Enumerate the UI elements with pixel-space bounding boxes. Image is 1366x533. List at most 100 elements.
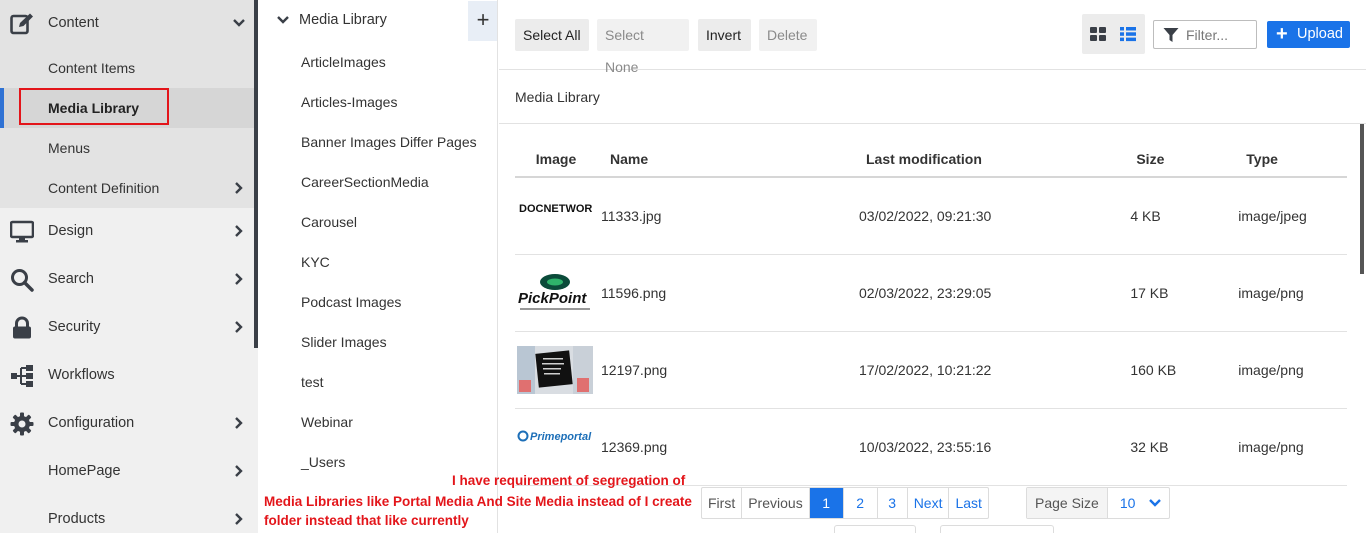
- list-view-icon[interactable]: [1120, 26, 1136, 42]
- tree-folder[interactable]: Banner Images Differ Pages: [301, 122, 477, 162]
- edit-icon: [10, 13, 33, 35]
- thumbnail-cell: [515, 331, 597, 409]
- breadcrumb: Media Library: [499, 70, 1366, 124]
- file-modified: 17/02/2022, 10:21:22: [737, 331, 992, 409]
- thumbnail-caption: DOCNETWORK: [519, 203, 593, 215]
- tree-folder[interactable]: CareerSectionMedia: [301, 162, 429, 202]
- menu-security[interactable]: Security: [0, 304, 254, 352]
- invert-button[interactable]: Invert: [698, 19, 751, 51]
- column-header-type[interactable]: Type: [1176, 141, 1347, 178]
- table-row[interactable]: DOCNETWORK 11333.jpg 03/02/2022, 09:21:3…: [515, 177, 1347, 255]
- column-header-size[interactable]: Size: [991, 141, 1177, 178]
- plus-icon: +: [1276, 23, 1288, 45]
- menu-menus[interactable]: Menus: [0, 128, 254, 168]
- file-size: 32 KB: [991, 408, 1177, 486]
- media-folder-tree: Media Library + ArticleImages Articles-I…: [260, 0, 498, 533]
- table-row[interactable]: 12197.png 17/02/2022, 10:21:22 160 KB im…: [515, 331, 1347, 409]
- pager-previous[interactable]: Previous: [742, 488, 810, 518]
- menu-scrollbar[interactable]: [254, 0, 258, 348]
- pager-last[interactable]: Last: [949, 488, 987, 518]
- below-fold-control: [834, 525, 916, 533]
- pager-page-2[interactable]: 2: [844, 488, 878, 518]
- thumbnail-caption: PickPoint: [518, 290, 587, 307]
- menu-content[interactable]: Content: [0, 0, 254, 48]
- table-row[interactable]: PickPoint 11596.png 02/03/2022, 23:29:05…: [515, 254, 1347, 332]
- pager-page-1[interactable]: 1: [809, 488, 844, 518]
- page-size-value: 10: [1119, 495, 1136, 511]
- tree-folder[interactable]: test: [301, 362, 324, 402]
- tree-folder[interactable]: Slider Images: [301, 322, 387, 362]
- file-name[interactable]: 12197.png: [597, 331, 737, 409]
- menu-workflows[interactable]: Workflows: [0, 352, 254, 400]
- tree-folder[interactable]: Articles-Images: [301, 82, 397, 122]
- menu-content-items[interactable]: Content Items: [0, 48, 254, 88]
- tree-folder[interactable]: Carousel: [301, 202, 357, 242]
- upload-button[interactable]: + Upload: [1267, 21, 1350, 48]
- file-size: 17 KB: [991, 254, 1177, 332]
- menu-content-definition-label: Content Definition: [48, 180, 160, 196]
- media-main-pane: Select All Select None Invert Delete + U…: [499, 0, 1366, 533]
- tree-root-media-library[interactable]: Media Library: [260, 0, 497, 41]
- menu-workflows-label: Workflows: [48, 367, 115, 383]
- tree-root-label: Media Library: [299, 12, 387, 28]
- tree-folder[interactable]: ArticleImages: [301, 42, 386, 82]
- menu-menus-label: Menus: [48, 140, 91, 156]
- column-header-image[interactable]: Image: [515, 141, 597, 178]
- menu-homepage[interactable]: HomePage: [0, 448, 254, 496]
- chevron-right-icon: [235, 513, 243, 525]
- file-type: image/png: [1176, 331, 1347, 409]
- tree-folder[interactable]: _Users: [301, 442, 345, 482]
- file-name[interactable]: 11333.jpg: [597, 177, 737, 255]
- menu-search-label: Search: [48, 271, 94, 287]
- thumbnail-image[interactable]: PickPoint: [517, 269, 593, 317]
- file-modified: 02/03/2022, 23:29:05: [737, 254, 992, 332]
- menu-content-label: Content: [48, 15, 99, 31]
- thumbnail-image[interactable]: Primeportal: [517, 423, 593, 471]
- filter-input[interactable]: [1186, 25, 1254, 45]
- below-fold-control: [940, 525, 1054, 533]
- view-toggle: [1082, 14, 1145, 54]
- tree-folder[interactable]: Webinar: [301, 402, 353, 442]
- column-header-name[interactable]: Name: [597, 141, 737, 178]
- content-scrollbar[interactable]: [1360, 124, 1364, 274]
- tree-folder[interactable]: KYC: [301, 242, 330, 282]
- thumbnail-image[interactable]: DOCNETWORK: [517, 192, 593, 240]
- menu-configuration-label: Configuration: [48, 415, 135, 431]
- select-all-button[interactable]: Select All: [515, 19, 589, 51]
- delete-button[interactable]: Delete: [759, 19, 817, 51]
- filter-icon: [1163, 28, 1179, 42]
- menu-security-label: Security: [48, 319, 101, 335]
- search-icon: [11, 269, 34, 292]
- annotation-note-line2: Media Libraries like Portal Media And Si…: [264, 494, 692, 528]
- file-name[interactable]: 11596.png: [597, 254, 737, 332]
- media-table: Image Name Last modification Size Type D…: [515, 141, 1347, 486]
- pagination: First Previous 1 2 3 Next Last: [701, 487, 989, 519]
- grid-view-icon[interactable]: [1090, 26, 1106, 42]
- pager-next[interactable]: Next: [908, 488, 950, 518]
- file-modified: 03/02/2022, 09:21:30: [737, 177, 992, 255]
- menu-homepage-label: HomePage: [48, 463, 121, 479]
- menu-search[interactable]: Search: [0, 256, 254, 304]
- chevron-down-icon: [277, 16, 289, 24]
- thumbnail-image[interactable]: [517, 345, 593, 394]
- pager-page-3[interactable]: 3: [878, 488, 908, 518]
- select-none-button[interactable]: Select None: [597, 19, 689, 75]
- menu-media-library[interactable]: Media Library: [0, 88, 254, 128]
- file-size: 4 KB: [991, 177, 1177, 255]
- chevron-right-icon: [235, 182, 243, 194]
- menu-content-definition[interactable]: Content Definition: [0, 168, 254, 208]
- tree-folder[interactable]: Podcast Images: [301, 282, 401, 322]
- page-size-label: Page Size: [1027, 488, 1108, 518]
- file-type: image/jpeg: [1176, 177, 1347, 255]
- pager-first[interactable]: First: [702, 488, 743, 518]
- chevron-right-icon: [235, 225, 243, 237]
- page-size-select[interactable]: 10: [1108, 488, 1169, 518]
- thumbnail-cell: DOCNETWORK: [515, 177, 597, 255]
- chevron-right-icon: [235, 273, 243, 285]
- add-folder-button[interactable]: +: [468, 1, 497, 41]
- column-header-last-modification[interactable]: Last modification: [737, 141, 992, 178]
- active-indicator: [0, 88, 4, 128]
- menu-design[interactable]: Design: [0, 208, 254, 256]
- menu-products[interactable]: Products: [0, 496, 254, 533]
- menu-configuration[interactable]: Configuration: [0, 400, 254, 448]
